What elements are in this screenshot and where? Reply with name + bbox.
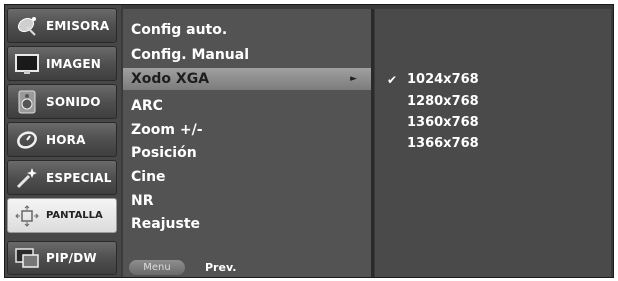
menu-item-label: Config auto. (131, 22, 228, 38)
clock-icon (14, 127, 40, 153)
menu-item-label: Reajuste (131, 216, 201, 232)
option-1360x768[interactable]: 1360x768 (407, 115, 479, 130)
menu-item-label: Xodo XGA (131, 71, 210, 87)
menu-item-arc[interactable]: ARC (123, 95, 371, 117)
wand-icon (14, 165, 40, 191)
menu-button[interactable]: Menu (129, 260, 185, 275)
menu-item-modo-xga[interactable]: Xodo XGA ► (123, 68, 371, 90)
sidebar-item-hora[interactable]: HORA (7, 122, 117, 157)
speaker-icon (14, 89, 40, 115)
check-icon: ✔ (387, 73, 398, 87)
menu-item-label: Posición (131, 145, 197, 161)
menu-item-reajuste[interactable]: Reajuste (123, 213, 371, 235)
menu-item-label: Zoom +/- (131, 122, 203, 138)
menu-item-label: ARC (131, 98, 163, 114)
menu-item-config-auto[interactable]: Config auto. (123, 19, 371, 41)
screen-arrows-icon (14, 203, 40, 229)
menu-item-posicion[interactable]: Posición (123, 142, 371, 164)
sidebar-item-imagen[interactable]: IMAGEN (7, 46, 117, 81)
option-1280x768[interactable]: 1280x768 (407, 94, 479, 109)
sidebar-item-label: PIP/DW (46, 251, 97, 265)
menu-item-config-manual[interactable]: Config. Manual (123, 44, 371, 66)
monitor-icon (14, 51, 40, 77)
option-1024x768[interactable]: 1024x768 (407, 72, 479, 87)
menu-item-nr[interactable]: NR (123, 190, 371, 212)
menu-item-label: NR (131, 193, 154, 209)
sidebar-item-emisora[interactable]: EMISORA (7, 8, 117, 43)
panel-divider (371, 9, 374, 277)
sidebar-item-especial[interactable]: ESPECIAL (7, 160, 117, 195)
sidebar-item-label: IMAGEN (46, 56, 101, 71)
sidebar-item-pip-dw[interactable]: PIP/DW (7, 241, 117, 275)
sidebar-item-label: SONIDO (46, 94, 101, 109)
menu-item-zoom[interactable]: Zoom +/- (123, 119, 371, 141)
menu-item-cine[interactable]: Cine (123, 166, 371, 188)
picture-in-picture-icon (14, 245, 40, 271)
sidebar: EMISORA IMAGEN SONIDO HORA ESPECIAL PANT… (5, 5, 121, 277)
menu-item-label: Config. Manual (131, 47, 250, 63)
prev-label: Prev. (205, 261, 237, 274)
option-1366x768[interactable]: 1366x768 (407, 136, 479, 151)
sidebar-item-label: HORA (46, 132, 86, 147)
sidebar-item-sonido[interactable]: SONIDO (7, 84, 117, 119)
sidebar-item-pantalla[interactable]: PANTALLA (7, 198, 117, 233)
menu-item-label: Cine (131, 169, 166, 185)
satellite-dish-icon (14, 13, 40, 39)
xga-mode-options: ✔ 1024x768 1280x768 1360x768 1366x768 (375, 9, 611, 277)
sidebar-item-label: ESPECIAL (46, 170, 112, 185)
sidebar-item-label: EMISORA (46, 18, 110, 33)
tv-osd-menu: EMISORA IMAGEN SONIDO HORA ESPECIAL PANT… (4, 4, 614, 278)
submenu-arrow-icon: ► (350, 74, 357, 84)
sidebar-item-label: PANTALLA (46, 210, 103, 221)
pantalla-submenu: Config auto. Config. Manual Xodo XGA ► A… (123, 9, 371, 277)
